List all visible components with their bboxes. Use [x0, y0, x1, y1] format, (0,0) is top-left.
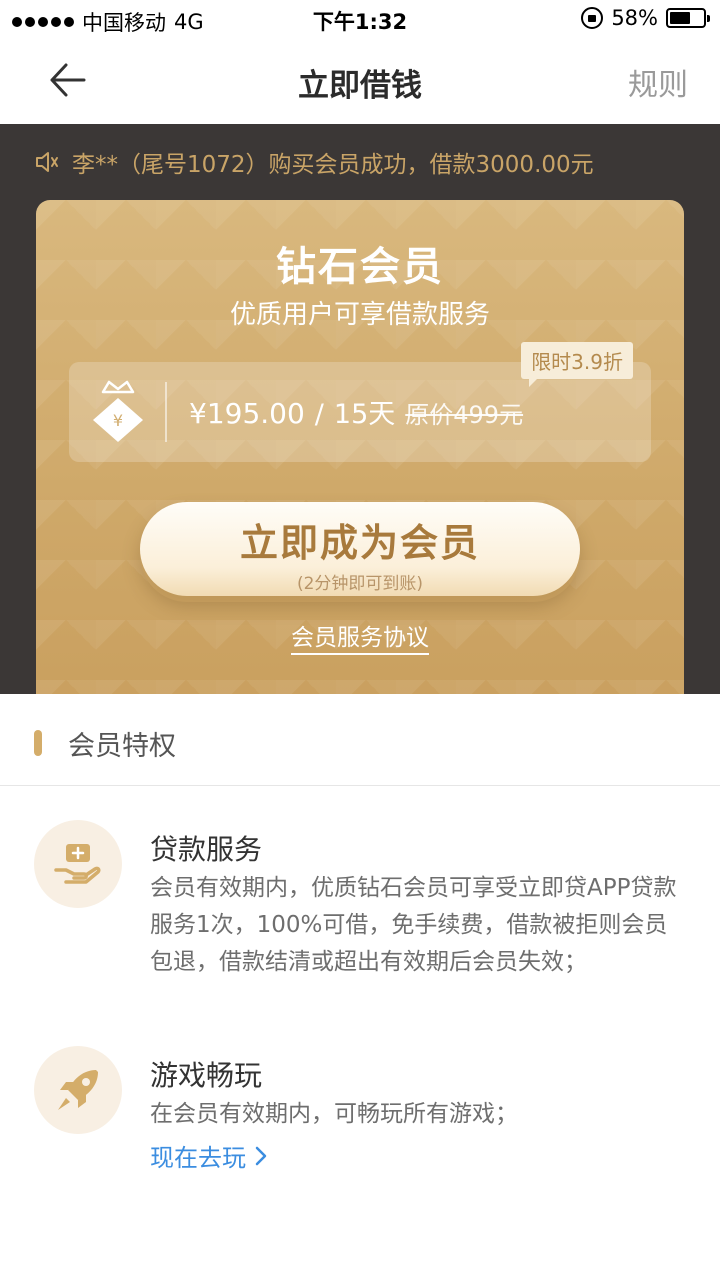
play-now-link[interactable]: 现在去玩 — [150, 1138, 268, 1173]
price-duration: 15天 — [333, 399, 396, 430]
price-box: ¥ ¥195.00 / 15天 原价499元 限时3.9折 — [69, 342, 651, 462]
price-line: ¥195.00 / 15天 原价499元 — [189, 392, 523, 431]
section-accent-bar — [34, 730, 42, 756]
nav-bar: 立即借钱 规则 — [0, 40, 720, 124]
battery-icon — [666, 8, 710, 28]
cta-main-label: 立即成为会员 — [239, 521, 480, 565]
loan-icon — [34, 820, 122, 908]
section-title: 会员特权 — [68, 731, 176, 762]
privilege-desc: 会员有效期内，优质钻石会员可享受立即贷APP贷款服务1次，100%可借，免手续费… — [150, 875, 677, 975]
privileges-header: 会员特权 — [0, 700, 720, 786]
page-title: 立即借钱 — [298, 68, 422, 104]
price-divider — [165, 382, 167, 442]
become-member-button[interactable]: 立即成为会员 (2分钟即可到账) — [140, 502, 580, 596]
price-value: ¥195.00 — [189, 397, 305, 430]
agreement-row: 会员服务协议 — [36, 618, 684, 655]
rocket-icon — [34, 1046, 122, 1134]
card-title: 钻石会员 — [276, 244, 444, 290]
purchase-notice: 李**（尾号1072）购买会员成功，借款3000.00元 — [34, 144, 700, 180]
original-price: 原价499元 — [405, 401, 524, 429]
status-right: 58% — [581, 6, 710, 30]
privilege-title: 游戏畅玩 — [150, 1059, 263, 1092]
discount-badge: 限时3.9折 — [521, 342, 633, 387]
chevron-right-icon — [255, 1146, 267, 1165]
member-agreement-link[interactable]: 会员服务协议 — [291, 625, 429, 655]
rotation-lock-icon — [581, 7, 604, 29]
cta-sub-label: (2分钟即可到账) — [296, 574, 424, 594]
privilege-title: 贷款服务 — [150, 833, 263, 866]
battery-percent: 58% — [611, 6, 658, 30]
privilege-desc: 在会员有效期内，可畅玩所有游戏； — [150, 1101, 518, 1127]
card-subtitle: 优质用户可享借款服务 — [229, 300, 490, 330]
play-now-label: 现在去玩 — [150, 1144, 246, 1172]
svg-text:¥: ¥ — [113, 411, 123, 430]
price-separator: / — [314, 399, 324, 430]
status-bar: 中国移动 4G 下午1:32 58% — [0, 0, 720, 40]
rules-button[interactable]: 规则 — [628, 60, 688, 104]
speaker-icon — [36, 152, 58, 172]
diamond-icon: ¥ — [93, 380, 143, 442]
notice-text: 李**（尾号1072）购买会员成功，借款3000.00元 — [72, 152, 594, 178]
membership-hero: 李**（尾号1072）购买会员成功，借款3000.00元 钻石会员 优质用户可享… — [0, 124, 720, 694]
membership-card: 钻石会员 优质用户可享借款服务 ¥ ¥195.00 / 15天 原价499元 限… — [36, 200, 684, 694]
